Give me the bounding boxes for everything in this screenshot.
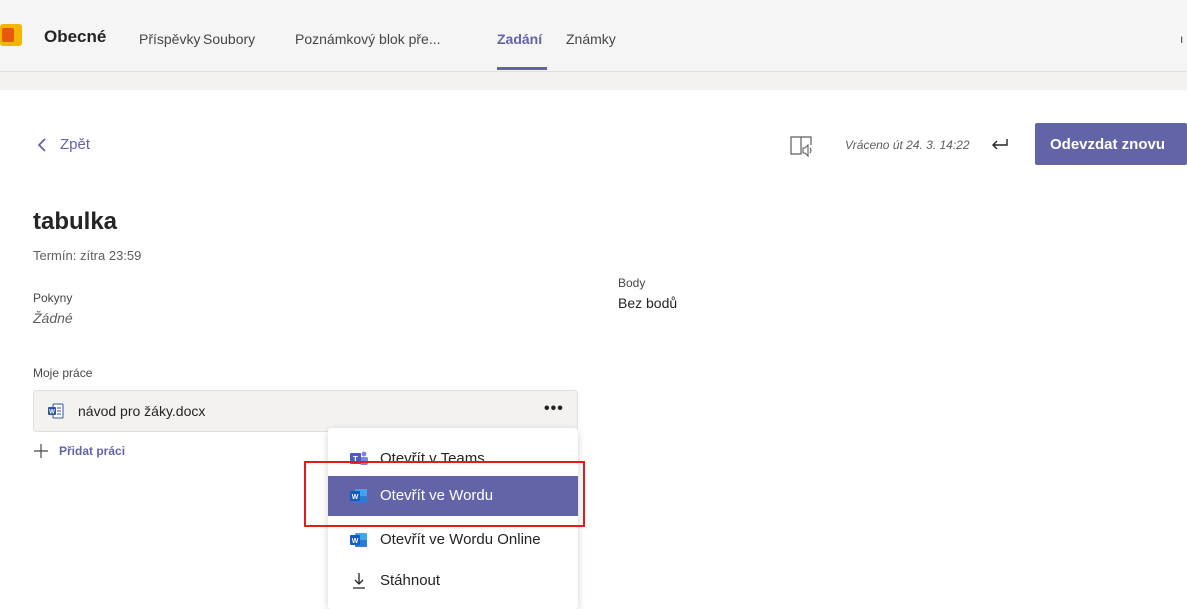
tab-notebook[interactable]: Poznámkový blok pře... <box>295 31 441 47</box>
menu-item-label: Otevřít ve Wordu Online <box>380 531 541 548</box>
tab-files[interactable]: Soubory <box>203 31 255 47</box>
back-button[interactable]: Zpět <box>34 136 90 153</box>
assignment-title: tabulka <box>33 208 118 235</box>
instructions-value: Žádné <box>33 310 73 326</box>
channel-header: Obecné Příspěvky Soubory Poznámkový blok… <box>0 0 1187 72</box>
back-label: Zpět <box>60 136 91 153</box>
header-divider-band <box>0 72 1187 90</box>
menu-item-download[interactable]: Stáhnout <box>328 561 578 601</box>
word-icon: W <box>350 533 367 547</box>
tab-grades[interactable]: Známky <box>566 31 616 47</box>
menu-item-label: Stáhnout <box>380 572 441 589</box>
immersive-reader-icon[interactable] <box>789 134 815 158</box>
instructions-label: Pokyny <box>33 291 73 305</box>
add-work-label: Přidat práci <box>59 444 126 458</box>
chevron-left-icon <box>37 137 46 152</box>
download-icon <box>353 573 365 589</box>
channel-title: Obecné <box>44 27 107 46</box>
points-value: Bez bodů <box>618 295 678 311</box>
my-work-label: Moje práce <box>33 366 93 380</box>
highlight-callout-box <box>304 461 585 527</box>
team-logo-icon[interactable] <box>0 24 22 46</box>
active-tab-indicator <box>497 67 547 70</box>
add-work-button[interactable]: Přidat práci <box>34 444 125 458</box>
due-date: Termín: zítra 23:59 <box>33 248 142 263</box>
attached-file[interactable]: W návod pro žáky.docx ••• <box>33 390 578 432</box>
resubmit-button[interactable]: Odevzdat znovu <box>1035 123 1187 165</box>
word-file-icon: W <box>48 403 64 419</box>
svg-text:W: W <box>352 538 359 545</box>
file-name[interactable]: návod pro žáky.docx <box>78 403 205 419</box>
overflow-edge-mark: ı <box>1180 32 1184 46</box>
more-options-button[interactable]: ••• <box>544 400 564 418</box>
plus-icon <box>34 444 48 458</box>
svg-text:W: W <box>49 410 55 416</box>
return-arrow-icon <box>992 139 1008 150</box>
tab-assignments[interactable]: Zadání <box>497 31 542 47</box>
points-label: Body <box>618 276 646 290</box>
tab-posts[interactable]: Příspěvky <box>139 31 200 47</box>
returned-status: Vráceno út 24. 3. 14:22 <box>845 138 970 152</box>
